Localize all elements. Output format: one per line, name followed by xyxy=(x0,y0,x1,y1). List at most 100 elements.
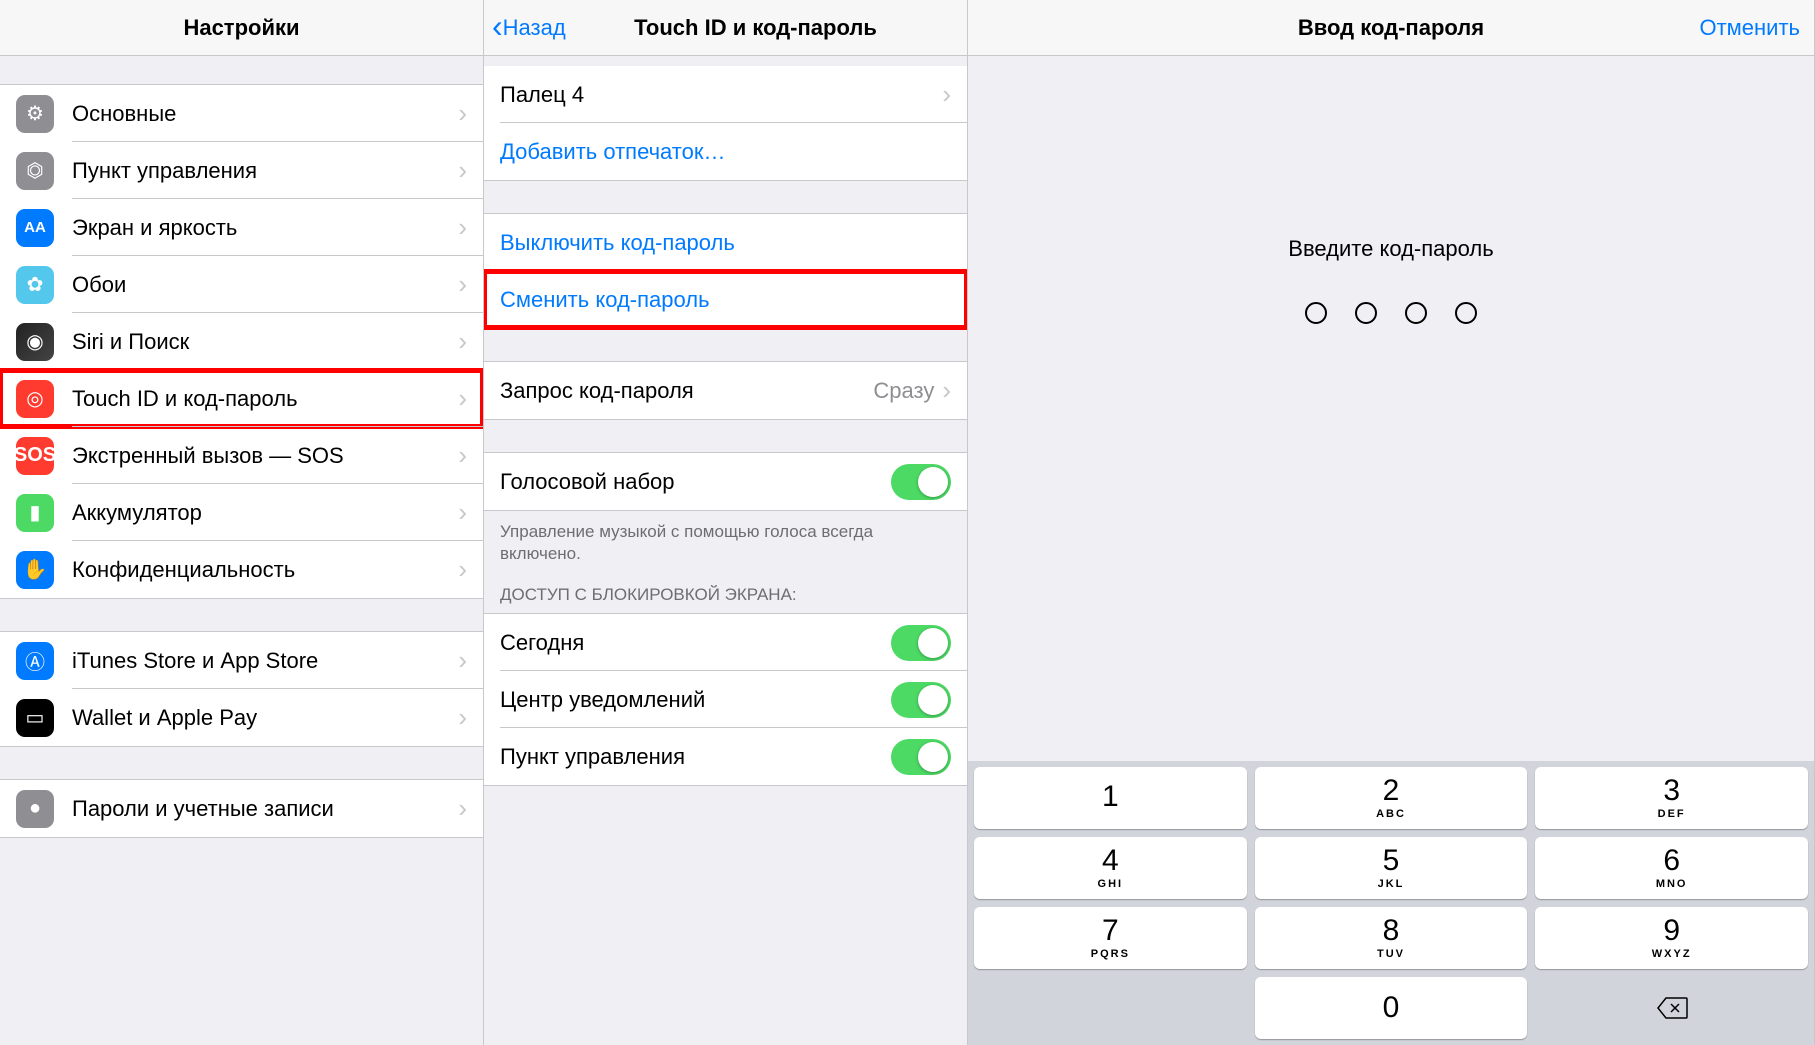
turn-off-label: Выключить код-пароль xyxy=(500,230,951,256)
key-letters: DEF xyxy=(1658,808,1686,820)
chevron-right-icon: › xyxy=(458,440,467,471)
key-letters: TUV xyxy=(1377,948,1405,960)
keypad-key-3[interactable]: 3DEF xyxy=(1535,767,1808,829)
chevron-right-icon: › xyxy=(458,155,467,186)
voice-dial-label: Голосовой набор xyxy=(500,469,891,495)
notification-center-row[interactable]: Центр уведомлений xyxy=(484,671,967,728)
settings-group-3: ●Пароли и учетные записи› xyxy=(0,779,483,838)
itunes-icon: Ⓐ xyxy=(16,642,54,680)
passcode-actions-group: Выключить код-пароль Сменить код-пароль xyxy=(484,213,967,329)
row-label: iTunes Store и App Store xyxy=(72,648,458,674)
key-number: 5 xyxy=(1383,846,1400,876)
row-label: Siri и Поиск xyxy=(72,329,458,355)
keypad-blank xyxy=(974,977,1247,1039)
notif-toggle[interactable] xyxy=(891,682,951,718)
display-icon: AA xyxy=(16,209,54,247)
settings-row-general[interactable]: ⚙︎Основные› xyxy=(0,85,483,142)
settings-row-itunes[interactable]: ⒶiTunes Store и App Store› xyxy=(0,632,483,689)
chevron-right-icon: › xyxy=(942,375,951,406)
passcode-prompt: Введите код-пароль xyxy=(968,236,1814,262)
key-number: 7 xyxy=(1102,916,1119,946)
key-letters: ABC xyxy=(1376,808,1406,820)
chevron-left-icon: ‹ xyxy=(492,10,503,42)
keypad-key-4[interactable]: 4GHI xyxy=(974,837,1247,899)
key-letters: PQRS xyxy=(1091,948,1130,960)
key-letters: WXYZ xyxy=(1652,948,1692,960)
keypad-key-1[interactable]: 1 xyxy=(974,767,1247,829)
require-passcode-row[interactable]: Запрос код-пароля Сразу › xyxy=(484,362,967,419)
chevron-right-icon: › xyxy=(458,702,467,733)
keypad-key-6[interactable]: 6 MNO xyxy=(1535,837,1808,899)
row-label: Экстренный вызов — SOS xyxy=(72,443,458,469)
change-passcode-row[interactable]: Сменить код-пароль xyxy=(484,271,967,328)
settings-row-siri[interactable]: ◉Siri и Поиск› xyxy=(0,313,483,370)
passcode-dots xyxy=(968,302,1814,324)
siri-icon: ◉ xyxy=(16,323,54,361)
settings-row-accounts[interactable]: ●Пароли и учетные записи› xyxy=(0,780,483,837)
keypad-key-9[interactable]: 9WXYZ xyxy=(1535,907,1808,969)
cancel-button[interactable]: Отменить xyxy=(1699,15,1800,41)
numeric-keypad: 12ABC3DEF 4GHI5JKL 6 MNO 7 PQRS 8TUV9WXYZ 0 xyxy=(968,761,1814,1045)
control-toggle[interactable] xyxy=(891,739,951,775)
require-label: Запрос код-пароля xyxy=(500,378,873,404)
keypad-key-5[interactable]: 5JKL xyxy=(1255,837,1528,899)
row-label: Конфиденциальность xyxy=(72,557,458,583)
key-number: 0 xyxy=(1383,993,1400,1023)
control-icon: ⏣ xyxy=(16,152,54,190)
touchid-icon: ◎ xyxy=(16,380,54,418)
keypad-key-8[interactable]: 8TUV xyxy=(1255,907,1528,969)
voice-dial-toggle[interactable] xyxy=(891,464,951,500)
settings-row-display[interactable]: AAЭкран и яркость› xyxy=(0,199,483,256)
key-letters: MNO xyxy=(1656,878,1688,890)
back-button[interactable]: ‹ Назад xyxy=(492,12,566,44)
voice-dial-row[interactable]: Голосовой набор xyxy=(484,453,967,510)
keypad-key-2[interactable]: 2ABC xyxy=(1255,767,1528,829)
settings-row-sos[interactable]: SOSЭкстренный вызов — SOS› xyxy=(0,427,483,484)
settings-row-battery[interactable]: ▮Аккумулятор› xyxy=(0,484,483,541)
navbar-settings: Настройки xyxy=(0,0,483,56)
navbar-touchid: ‹ Назад Touch ID и код-пароль xyxy=(484,0,967,56)
passcode-dot xyxy=(1455,302,1477,324)
voice-dial-footer: Управление музыкой с помощью голоса всег… xyxy=(484,511,967,565)
battery-icon: ▮ xyxy=(16,494,54,532)
wallpaper-icon: ✿ xyxy=(16,266,54,304)
settings-row-wallpaper[interactable]: ✿Обои› xyxy=(0,256,483,313)
nav-title: Touch ID и код-пароль xyxy=(634,15,877,41)
chevron-right-icon: › xyxy=(458,645,467,676)
add-fingerprint-row[interactable]: Добавить отпечаток… xyxy=(484,123,967,180)
keypad-backspace[interactable] xyxy=(1535,977,1808,1039)
settings-row-control[interactable]: ⏣Пункт управления› xyxy=(0,142,483,199)
settings-row-wallet[interactable]: ▭Wallet и Apple Pay› xyxy=(0,689,483,746)
chevron-right-icon: › xyxy=(458,269,467,300)
finger-row[interactable]: Палец 4 › xyxy=(484,66,967,123)
keypad-key-0[interactable]: 0 xyxy=(1255,977,1528,1039)
control-center-row[interactable]: Пункт управления xyxy=(484,728,967,785)
key-number: 4 xyxy=(1102,846,1119,876)
row-label: Основные xyxy=(72,101,458,127)
chevron-right-icon: › xyxy=(458,383,467,414)
nav-title: Ввод код-пароля xyxy=(1298,15,1484,41)
settings-root-pane: Настройки ⚙︎Основные›⏣Пункт управления›A… xyxy=(0,0,484,1045)
row-label: Пароли и учетные записи xyxy=(72,796,458,822)
chevron-right-icon: › xyxy=(942,79,951,110)
change-passcode-label: Сменить код-пароль xyxy=(500,287,951,313)
lock-access-group: Сегодня Центр уведомлений Пункт управлен… xyxy=(484,613,967,786)
passcode-entry-pane: Ввод код-пароля Отменить Введите код-пар… xyxy=(968,0,1815,1045)
row-label: Touch ID и код-пароль xyxy=(72,386,458,412)
chevron-right-icon: › xyxy=(458,497,467,528)
keypad-key-7[interactable]: 7 PQRS xyxy=(974,907,1247,969)
today-toggle[interactable] xyxy=(891,625,951,661)
today-row[interactable]: Сегодня xyxy=(484,614,967,671)
settings-row-privacy[interactable]: ✋Конфиденциальность› xyxy=(0,541,483,598)
settings-group-1: ⚙︎Основные›⏣Пункт управления›AAЭкран и я… xyxy=(0,84,483,599)
settings-row-touchid[interactable]: ◎ Touch ID и код-пароль› xyxy=(0,370,483,427)
require-value: Сразу xyxy=(873,378,934,404)
turn-off-passcode-row[interactable]: Выключить код-пароль xyxy=(484,214,967,271)
key-number: 6 xyxy=(1663,846,1680,876)
add-fingerprint-label: Добавить отпечаток… xyxy=(500,139,951,165)
chevron-right-icon: › xyxy=(458,212,467,243)
nav-title: Настройки xyxy=(183,15,299,41)
today-label: Сегодня xyxy=(500,630,891,656)
accounts-icon: ● xyxy=(16,790,54,828)
chevron-right-icon: › xyxy=(458,98,467,129)
